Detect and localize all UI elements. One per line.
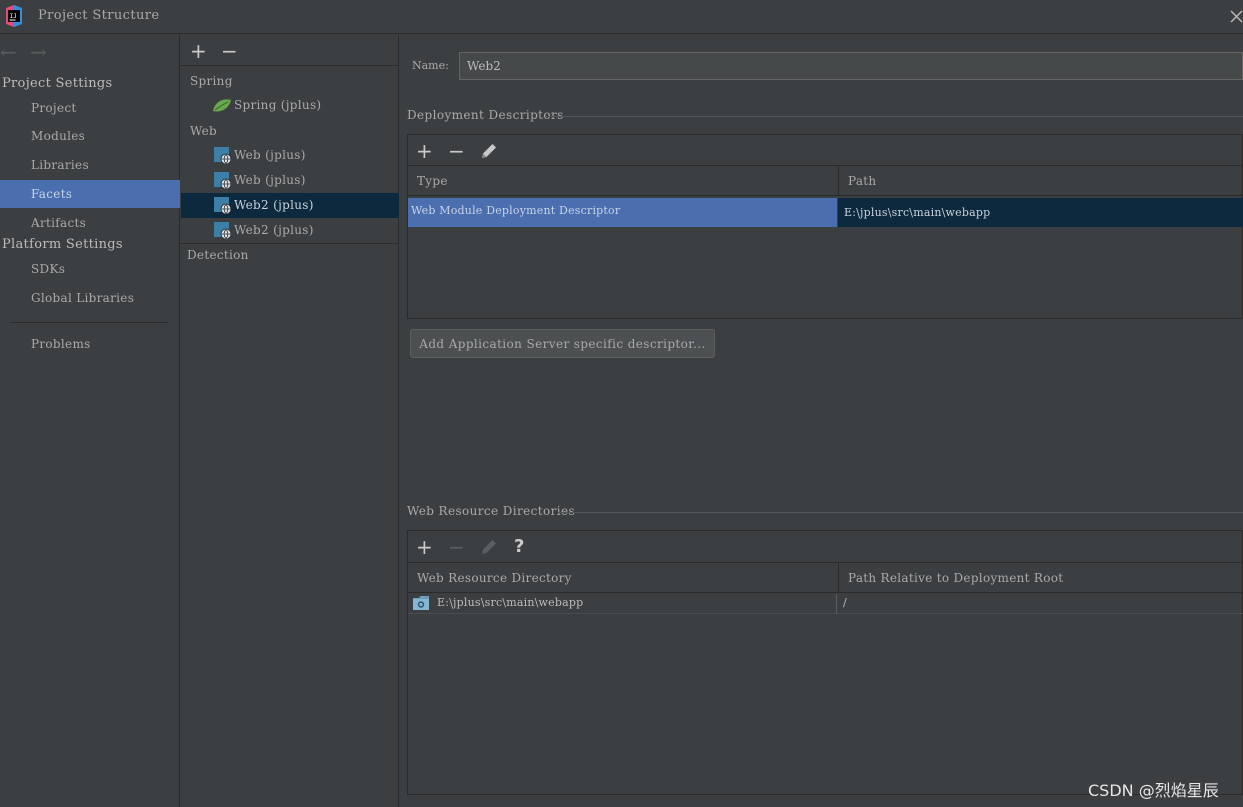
resource-directory-cell: E:\jplus\src\main\webapp xyxy=(437,596,584,609)
name-label: Name: xyxy=(412,59,449,72)
remove-facet-button[interactable]: − xyxy=(221,41,238,61)
column-header-web-resource-directory[interactable]: Web Resource Directory xyxy=(408,563,839,593)
web-facet-icon xyxy=(214,172,231,189)
deployment-descriptors-heading: Deployment Descriptors xyxy=(407,108,564,122)
project-settings-heading: Project Settings xyxy=(2,76,113,91)
tree-item-label: Web2 (jplus) xyxy=(234,223,314,237)
section-divider xyxy=(558,512,1243,513)
forward-arrow-icon[interactable]: → xyxy=(30,40,47,64)
descriptor-path-cell: E:\jplus\src\main\webapp xyxy=(844,206,991,219)
sidebar-item-libraries[interactable]: Libraries xyxy=(0,151,180,179)
window-title: Project Structure xyxy=(38,8,160,23)
facet-name-input[interactable] xyxy=(459,52,1243,80)
add-facet-button[interactable]: + xyxy=(190,41,207,61)
tree-item-label: Spring (jplus) xyxy=(234,98,322,112)
tree-divider xyxy=(181,243,399,244)
tree-item-web2-jplus-selected[interactable]: Web2 (jplus) xyxy=(181,193,399,218)
sidebar-item-sdks[interactable]: SDKs xyxy=(0,255,180,283)
web-resource-directories-heading: Web Resource Directories xyxy=(407,504,576,518)
add-descriptor-button[interactable]: + xyxy=(416,141,433,161)
sidebar-divider xyxy=(10,322,168,323)
close-icon[interactable] xyxy=(1229,9,1243,23)
descriptor-type-cell: Web Module Deployment Descriptor xyxy=(411,204,621,217)
cell-divider xyxy=(836,594,837,614)
svg-text:IJ: IJ xyxy=(10,13,17,20)
tree-item-web2-jplus-2[interactable]: Web2 (jplus) xyxy=(181,218,399,243)
sidebar-item-project[interactable]: Project xyxy=(0,94,180,122)
tree-item-spring-jplus[interactable]: Spring (jplus) xyxy=(181,93,399,118)
tree-item-label: Web2 (jplus) xyxy=(234,198,314,212)
table-cell-path[interactable]: E:\jplus\src\main\webapp xyxy=(838,198,1243,227)
add-server-descriptor-button[interactable]: Add Application Server specific descript… xyxy=(410,329,715,358)
relative-path-cell: / xyxy=(843,596,847,609)
tree-item-web-jplus-2[interactable]: Web (jplus) xyxy=(181,168,399,193)
help-icon[interactable]: ? xyxy=(514,537,524,557)
edit-pencil-icon-disabled[interactable] xyxy=(480,538,498,556)
sidebar-item-artifacts[interactable]: Artifacts xyxy=(0,209,180,237)
column-header-type[interactable]: Type xyxy=(408,166,839,196)
column-header-path[interactable]: Path xyxy=(839,166,1243,196)
web-facet-icon xyxy=(214,147,231,164)
column-header-path-relative[interactable]: Path Relative to Deployment Root xyxy=(839,563,1243,593)
back-arrow-icon[interactable]: ← xyxy=(0,40,17,64)
sidebar-item-facets[interactable]: Facets xyxy=(0,180,180,208)
table-row[interactable]: Web Module Deployment Descriptor xyxy=(408,198,837,227)
tree-item-label: Web (jplus) xyxy=(234,148,306,162)
sidebar-item-global-libraries[interactable]: Global Libraries xyxy=(0,284,180,312)
tree-item-web-jplus[interactable]: Web (jplus) xyxy=(181,143,399,168)
section-divider xyxy=(546,116,1243,117)
toolbar-divider xyxy=(181,65,399,66)
tree-group-spring[interactable]: Spring xyxy=(190,74,233,88)
web-folder-icon xyxy=(413,596,429,610)
web-facet-icon xyxy=(214,197,231,214)
spring-leaf-icon xyxy=(213,99,231,112)
remove-descriptor-button[interactable]: − xyxy=(448,141,465,161)
tree-group-detection[interactable]: Detection xyxy=(187,248,249,262)
platform-settings-heading: Platform Settings xyxy=(2,237,123,252)
csdn-watermark: CSDN @烈焰星辰 xyxy=(1088,781,1219,800)
web-facet-icon xyxy=(214,222,231,239)
add-resource-directory-button[interactable]: + xyxy=(416,537,433,557)
table-row[interactable]: E:\jplus\src\main\webapp / xyxy=(408,594,1243,614)
sidebar-item-modules[interactable]: Modules xyxy=(0,122,180,150)
intellij-app-icon: IJ xyxy=(6,5,22,27)
sidebar-item-problems[interactable]: Problems xyxy=(0,330,180,358)
tree-group-web[interactable]: Web xyxy=(190,124,217,138)
remove-resource-directory-button[interactable]: − xyxy=(448,537,465,557)
tree-item-label: Web (jplus) xyxy=(234,173,306,187)
edit-pencil-icon[interactable] xyxy=(480,142,498,160)
title-bar xyxy=(0,0,1243,34)
